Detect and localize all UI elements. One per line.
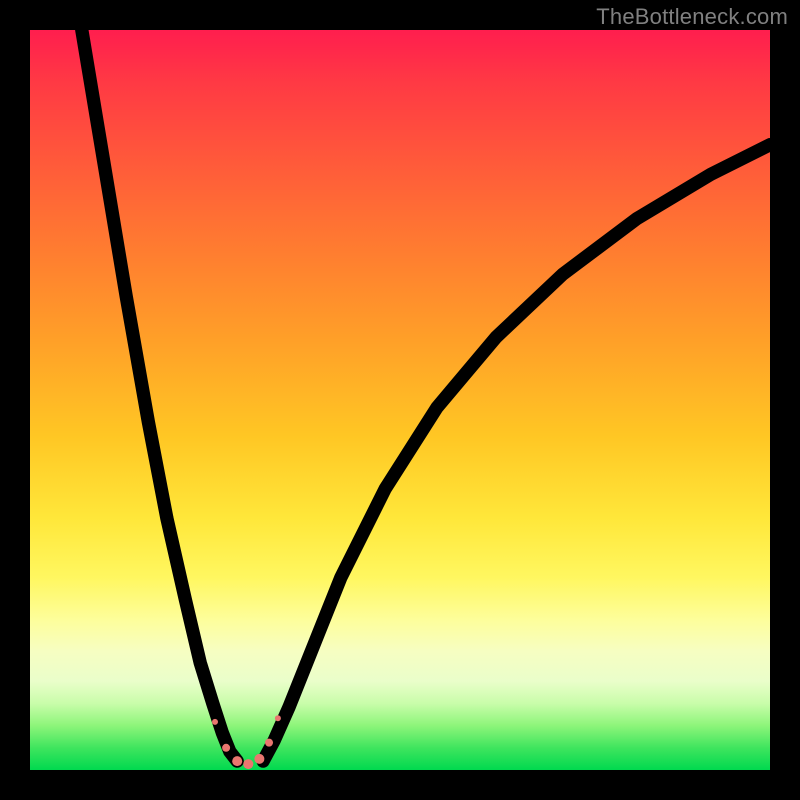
bottleneck-curve — [30, 30, 770, 770]
curve-right-branch — [263, 145, 770, 761]
marker-dot — [265, 739, 273, 747]
watermark-text: TheBottleneck.com — [596, 4, 788, 30]
marker-dot — [212, 719, 218, 725]
marker-dot — [243, 759, 253, 769]
marker-dot — [232, 756, 242, 766]
plot-area — [30, 30, 770, 770]
chart-frame: TheBottleneck.com — [0, 0, 800, 800]
marker-dot — [222, 744, 230, 752]
marker-dot — [254, 754, 264, 764]
curve-left-branch — [82, 30, 237, 761]
marker-dot — [275, 715, 281, 721]
